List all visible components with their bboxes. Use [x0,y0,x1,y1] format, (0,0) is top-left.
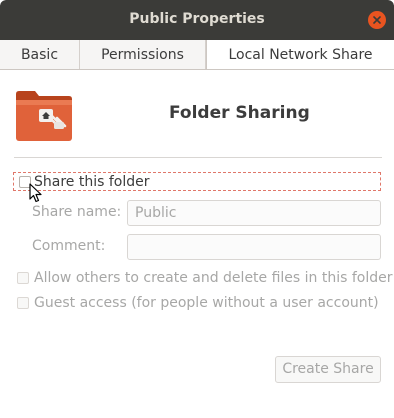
window-title: Public Properties [129,11,265,27]
tab-bar: Basic Permissions Local Network Share [0,40,394,70]
title-bar[interactable]: Public Properties [0,0,394,40]
close-button[interactable] [368,11,386,29]
create-share-button[interactable]: Create Share [275,356,381,383]
comment-label: Comment: [32,238,106,254]
folder-sharing-heading: Folder Sharing [169,103,310,123]
share-folder-row[interactable]: Share this folder [13,172,381,191]
tab-local-network-share[interactable]: Local Network Share [206,40,394,69]
comment-input[interactable] [127,234,381,260]
guest-access-checkbox[interactable] [17,297,29,309]
divider [14,157,382,158]
properties-window: Public Properties Basic Permissions Loca… [0,0,394,418]
close-icon [373,16,381,24]
allow-others-label: Allow others to create and delete files … [34,270,393,286]
mouse-pointer-icon [29,183,42,203]
share-name-input[interactable]: Public [127,200,381,226]
allow-others-checkbox[interactable] [17,272,29,284]
guest-access-label: Guest access (for people without a user … [34,295,379,311]
tab-permissions[interactable]: Permissions [80,40,206,69]
local-network-share-panel: Folder Sharing Share this folder Share n… [0,70,394,418]
folder-share-icon [16,91,72,141]
tab-basic[interactable]: Basic [0,40,80,69]
share-folder-label[interactable]: Share this folder [34,173,150,191]
share-name-label: Share name: [32,204,122,220]
